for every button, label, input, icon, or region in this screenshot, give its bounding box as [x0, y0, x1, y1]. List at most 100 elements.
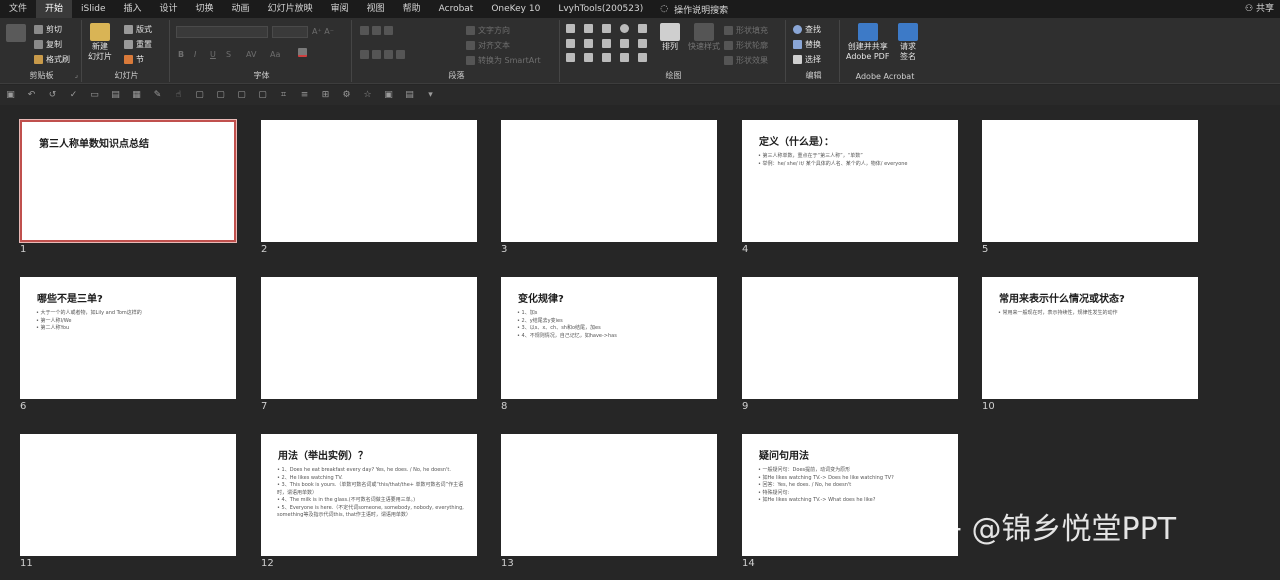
quick-styles-button[interactable]: 快速样式	[688, 23, 720, 52]
menu-tab[interactable]: iSlide	[72, 0, 114, 18]
slide-thumbnail[interactable]: 变化规律? • 1、加s • 2、y结尾去y变ies • 3、以s、x、ch、sh和o…	[501, 277, 717, 399]
star-icon[interactable]: ☆	[362, 90, 373, 101]
request-signature-button[interactable]: 请求 签名	[898, 23, 918, 62]
align-buttons[interactable]	[360, 50, 405, 59]
slide-thumbnail[interactable]	[501, 120, 717, 242]
customize-toolbar-icon[interactable]: ▾	[425, 90, 436, 101]
change-case-button[interactable]: Aa	[270, 50, 280, 59]
menu-tab[interactable]: 插入	[115, 0, 151, 18]
send-backward-icon[interactable]: ▢	[257, 90, 268, 101]
menu-tab[interactable]: 开始	[36, 0, 73, 18]
shape-effects-button[interactable]: 形状效果	[724, 55, 768, 66]
format-painter-icon[interactable]: ✎	[152, 90, 163, 101]
character-spacing-button[interactable]: AV	[246, 50, 256, 59]
italic-button[interactable]: I	[194, 50, 196, 59]
slide-thumbnail[interactable]: 定义（什么是）： • 第三人称单数，重点在于“第三人称”，“单数” • 举例：he/…	[742, 120, 958, 242]
spelling-icon[interactable]: ✓	[68, 90, 79, 101]
crop-icon[interactable]: ⌗	[278, 90, 289, 101]
menu-tab[interactable]: 幻灯片放映	[259, 0, 322, 18]
create-pdf-button[interactable]: 创建并共享 Adobe PDF	[846, 23, 889, 62]
bullets-button[interactable]	[360, 26, 393, 35]
shape-fill-button[interactable]: 形状填充	[724, 25, 768, 36]
layout-button[interactable]: 版式	[124, 24, 152, 35]
shapes-gallery[interactable]	[566, 24, 654, 66]
menu-tab[interactable]: 切换	[187, 0, 223, 18]
font-size-field[interactable]	[272, 26, 308, 38]
smartart-button[interactable]: 转换为 SmartArt	[466, 55, 541, 66]
slide-thumbnail[interactable]	[261, 277, 477, 399]
table-icon[interactable]: ▦	[131, 90, 142, 101]
new-slide-icon[interactable]: ▭	[89, 90, 100, 101]
menu-tab[interactable]: LvyhTools(200523)	[549, 0, 652, 18]
grid-icon[interactable]: ⊞	[320, 90, 331, 101]
slide-thumbnail[interactable]: 常用来表示什么情况或状态? • 常用来一般现在时，表示持续性，规律性发生的动作	[982, 277, 1198, 399]
menu-tab[interactable]: Acrobat	[430, 0, 483, 18]
section-label: 节	[136, 55, 144, 64]
group-icon[interactable]: ▢	[194, 90, 205, 101]
tell-me-search[interactable]: ◌ 操作说明搜索	[660, 3, 728, 16]
save-icon[interactable]: ▣	[5, 90, 16, 101]
align-text-button[interactable]: 对齐文本	[466, 40, 510, 51]
quick-access-toolbar: ▣ ↶ ↺ ✓ ▭ ▤ ▦ ✎ ☝ ▢ ▢ ▢ ▢ ⌗ ≡ ⊞ ⚙ ☆ ▣ ▤ …	[0, 85, 1280, 105]
underline-button[interactable]: U	[210, 50, 216, 59]
strikethrough-button[interactable]: S	[226, 50, 231, 59]
slide-thumbnail[interactable]: 哪些不是三单? • 大于一个的人或者物，如Lily and Tom这样的 • 第一人…	[20, 277, 236, 399]
slides-icon[interactable]: ▤	[404, 90, 415, 101]
slide-thumbnail[interactable]	[982, 120, 1198, 242]
menu-tab[interactable]: 审阅	[322, 0, 358, 18]
align-text-icon	[466, 41, 475, 50]
bring-forward-icon[interactable]: ▢	[236, 90, 247, 101]
ungroup-icon[interactable]: ▢	[215, 90, 226, 101]
cursor-icon	[793, 55, 802, 64]
slide-thumbnail[interactable]: 用法（举出实例）？ • 1、Does he eat breakfast every…	[261, 434, 477, 556]
picture-icon[interactable]: ▤	[110, 90, 121, 101]
menu-tab[interactable]: 动画	[223, 0, 259, 18]
new-slide-button[interactable]: 新建 幻灯片	[88, 23, 112, 62]
numbering-icon	[372, 26, 381, 35]
slides-group: 新建 幻灯片 版式 重置 节 幻灯片	[84, 20, 170, 82]
find-button[interactable]: 查找	[793, 24, 821, 35]
font-name-field[interactable]	[176, 26, 268, 38]
reset-button[interactable]: 重置	[124, 39, 152, 50]
slide-thumbnail[interactable]	[742, 277, 958, 399]
menu-tab[interactable]: OneKey 10	[482, 0, 549, 18]
slide-thumbnail[interactable]	[501, 434, 717, 556]
menu-tab[interactable]: 设计	[151, 0, 187, 18]
menu-tab[interactable]: 视图	[358, 0, 394, 18]
shape-icon	[638, 38, 647, 48]
bullets-icon	[360, 26, 369, 35]
dialog-launcher-icon[interactable]: ⌟	[75, 71, 78, 79]
paste-button[interactable]	[6, 24, 26, 43]
replace-button[interactable]: 替换	[793, 39, 821, 50]
redo-icon[interactable]: ↺	[47, 90, 58, 101]
share-button[interactable]: ⚇ 共享	[1245, 0, 1274, 18]
format-painter-button[interactable]: 格式刷	[34, 54, 70, 65]
clipboard-group-label: 剪贴板	[29, 71, 54, 80]
slide-thumbnail[interactable]	[261, 120, 477, 242]
shape-icon	[620, 38, 629, 48]
copy-button[interactable]: 复制	[34, 39, 62, 50]
arrange-button[interactable]: 排列	[660, 23, 680, 52]
layout-icon[interactable]: ▣	[383, 90, 394, 101]
slide-number: 5	[982, 244, 989, 255]
shape-outline-button[interactable]: 形状轮廓	[724, 40, 768, 51]
slide-thumbnail[interactable]: 第三人称单数知识点总结	[20, 120, 236, 242]
bold-button[interactable]: B	[178, 50, 184, 59]
align-icon[interactable]: ≡	[299, 90, 310, 101]
section-button[interactable]: 节	[124, 54, 144, 65]
text-direction-button[interactable]: 文字方向	[466, 25, 510, 36]
font-size-buttons[interactable]: A⁺ A⁻	[312, 27, 334, 36]
settings-icon[interactable]: ⚙	[341, 90, 352, 101]
touch-mode-icon[interactable]: ☝	[173, 90, 184, 101]
menu-tab[interactable]: 帮助	[394, 0, 430, 18]
drawing-group: 排列 快速样式 形状填充 形状轮廓 形状效果 绘图	[562, 20, 786, 82]
undo-icon[interactable]: ↶	[26, 90, 37, 101]
font-color-button[interactable]	[298, 48, 307, 57]
cut-button[interactable]: 剪切	[34, 24, 62, 35]
select-button[interactable]: 选择	[793, 54, 821, 65]
format-painter-label: 格式刷	[46, 55, 70, 64]
slide-bullet: • 5、Everyone is here.（不定代词someone, someb…	[277, 504, 464, 519]
menu-tab[interactable]: 文件	[0, 0, 36, 18]
slide-bullet: • 常用来一般现在时，表示持续性，规律性发生的动作	[998, 310, 1118, 316]
slide-thumbnail[interactable]	[20, 434, 236, 556]
